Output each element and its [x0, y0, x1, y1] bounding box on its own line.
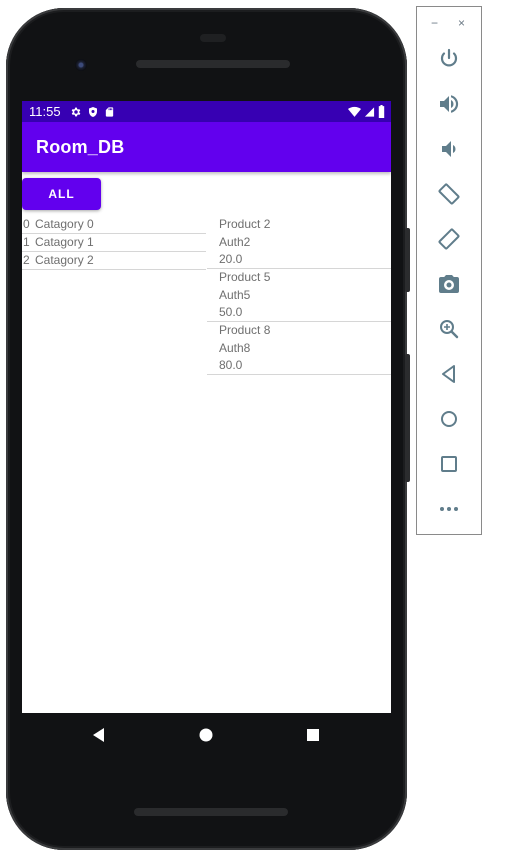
nav-overview-icon[interactable]: [303, 725, 323, 745]
front-camera: [75, 59, 87, 71]
product-author: Auth5: [219, 287, 251, 302]
all-button[interactable]: ALL: [22, 178, 101, 210]
product-author: Auth2: [219, 234, 251, 249]
earpiece-sensor: [200, 34, 226, 42]
status-icons-right: [348, 101, 385, 122]
bottom-speaker: [134, 808, 288, 816]
product-row[interactable]: Product 5 Auth5 50.0: [207, 269, 391, 322]
category-row[interactable]: 0 Catagory 0: [22, 216, 206, 234]
home-icon[interactable]: [437, 407, 461, 431]
rotate-left-icon[interactable]: [437, 182, 461, 206]
toolbar-window-controls: − ×: [417, 15, 481, 31]
category-id: 2: [23, 253, 30, 267]
overview-icon[interactable]: [437, 452, 461, 476]
power-icon[interactable]: [437, 47, 461, 71]
category-name: Catagory 1: [35, 235, 94, 249]
volume-side-button: [405, 354, 410, 482]
product-name: Product 5: [219, 270, 271, 284]
volume-up-icon[interactable]: [437, 92, 461, 116]
power-side-button: [405, 228, 410, 292]
emulator-window: 11:55 Room_DB ALL 0 Catagory 0 1 Catagor…: [0, 0, 511, 855]
product-list: Product 2 Auth2 20.0 Product 5 Auth5 50.…: [207, 216, 391, 375]
phone-screen: 11:55 Room_DB ALL 0 Catagory 0 1 Catagor…: [22, 101, 391, 713]
product-price: 80.0: [219, 358, 243, 372]
shield-icon: [89, 106, 97, 117]
zoom-icon[interactable]: [437, 317, 461, 341]
nav-back-icon[interactable]: [89, 725, 109, 745]
battery-icon: [378, 105, 385, 118]
minimize-button[interactable]: −: [431, 15, 438, 31]
settings-gear-icon: [71, 107, 81, 116]
category-name: Catagory 0: [35, 217, 94, 231]
more-icon[interactable]: [437, 497, 461, 521]
sd-card-icon: [105, 106, 114, 117]
back-icon[interactable]: [437, 362, 461, 386]
category-row[interactable]: 2 Catagory 2: [22, 252, 206, 270]
status-bar: 11:55: [22, 101, 391, 122]
volume-down-icon[interactable]: [437, 137, 461, 161]
rotate-right-icon[interactable]: [437, 227, 461, 251]
category-name: Catagory 2: [35, 253, 94, 267]
app-bar: Room_DB: [22, 122, 391, 172]
wifi-icon: [348, 106, 361, 117]
emulator-toolbar: − ×: [416, 6, 482, 535]
app-title: Room_DB: [36, 137, 125, 157]
product-name: Product 8: [219, 323, 271, 337]
product-row[interactable]: Product 8 Auth8 80.0: [207, 322, 391, 375]
cell-signal-icon: [364, 106, 375, 117]
product-author: Auth8: [219, 340, 251, 355]
category-row[interactable]: 1 Catagory 1: [22, 234, 206, 252]
close-button[interactable]: ×: [458, 15, 465, 31]
product-price: 20.0: [219, 252, 243, 266]
category-id: 0: [23, 217, 30, 231]
product-price: 50.0: [219, 305, 243, 319]
nav-home-icon[interactable]: [196, 725, 216, 745]
status-time: 11:55: [29, 104, 61, 119]
category-list: 0 Catagory 0 1 Catagory 1 2 Catagory 2: [22, 216, 206, 270]
status-icons-left: [70, 101, 115, 122]
category-id: 1: [23, 235, 30, 249]
top-speaker: [136, 60, 290, 68]
camera-icon[interactable]: [437, 272, 461, 296]
navigation-bar: [22, 713, 391, 759]
product-row[interactable]: Product 2 Auth2 20.0: [207, 216, 391, 269]
product-name: Product 2: [219, 217, 271, 231]
